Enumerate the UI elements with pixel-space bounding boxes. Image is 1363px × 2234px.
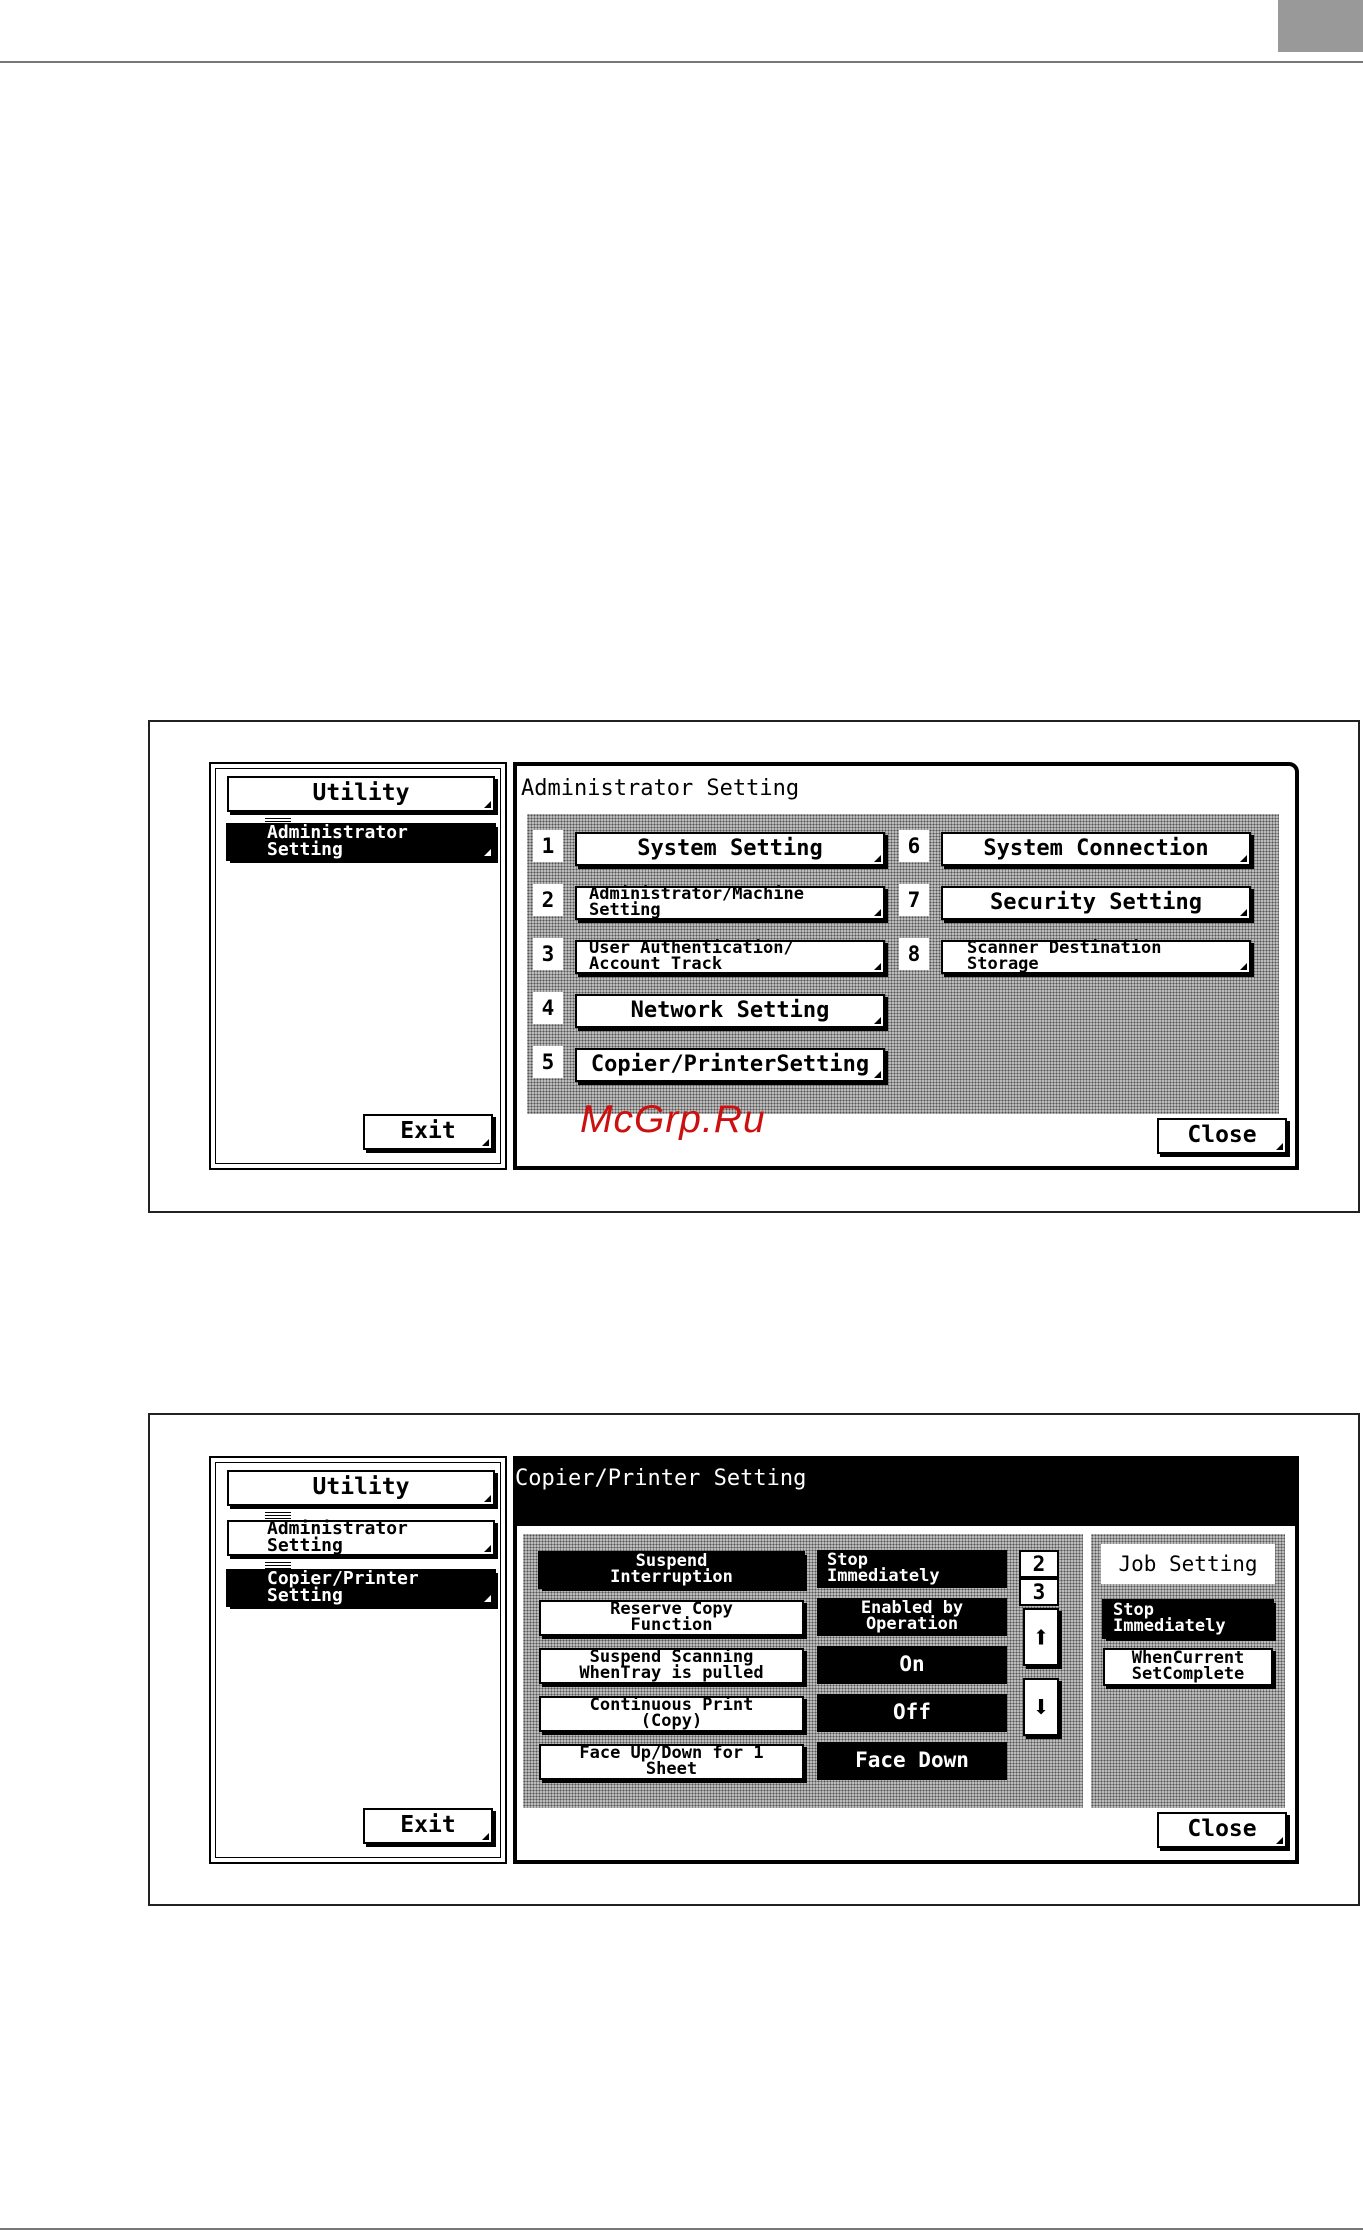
reserve-copy-function-value: Enabled by Operation <box>817 1598 1007 1636</box>
when-current-set-complete-button[interactable]: WhenCurrent SetComplete <box>1103 1648 1273 1686</box>
utility-button[interactable]: Utility <box>227 1470 495 1506</box>
security-setting-button[interactable]: Security Setting <box>941 886 1251 920</box>
scroll-down-arrow-icon[interactable]: ⬇ <box>1023 1678 1059 1736</box>
menu-number: 7 <box>899 884 929 916</box>
page-title: Administrator Setting <box>521 776 800 801</box>
copier-printer-setting-breadcrumb[interactable]: Copier/Printer Setting <box>226 1569 496 1607</box>
left-panel: Utility Administrator Setting Copier/Pri… <box>209 1456 507 1864</box>
menu-number: 8 <box>899 938 929 970</box>
stop-immediately-button[interactable]: Stop Immediately <box>1102 1599 1274 1639</box>
continuous-print-value: Off <box>817 1694 1007 1732</box>
copier-printer-setting-screen: Utility Administrator Setting Copier/Pri… <box>209 1456 1299 1864</box>
menu-number: 2 <box>533 884 563 916</box>
face-up-down-button[interactable]: Face Up/Down for 1 Sheet <box>539 1744 804 1780</box>
face-up-down-value: Face Down <box>817 1742 1007 1780</box>
job-setting-label: Job Setting <box>1101 1544 1275 1584</box>
network-setting-button[interactable]: Network Setting <box>575 994 885 1028</box>
menu-number: 6 <box>899 830 929 862</box>
suspend-scanning-value: On <box>817 1646 1007 1684</box>
watermark: McGrp.Ru <box>580 1098 766 1141</box>
page-current: 2 <box>1019 1550 1059 1578</box>
administrator-setting-breadcrumb[interactable]: Administrator Setting <box>226 823 496 861</box>
administrator-setting-breadcrumb[interactable]: Administrator Setting <box>227 1520 495 1556</box>
right-panel: Copier/Printer Setting Suspend Interrupt… <box>513 1456 1299 1864</box>
scanner-destination-storage-button[interactable]: Scanner Destination Storage <box>941 940 1251 974</box>
menu-number: 5 <box>533 1046 563 1078</box>
footer-rule <box>0 2228 1363 2230</box>
suspend-interruption-value: Stop Immediately <box>817 1550 1007 1588</box>
administrator-machine-setting-button[interactable]: Administrator/Machine Setting <box>575 886 885 920</box>
close-button[interactable]: Close <box>1157 1118 1287 1154</box>
system-connection-button[interactable]: System Connection <box>941 832 1251 866</box>
close-button[interactable]: Close <box>1157 1812 1287 1848</box>
copier-printer-setting-button[interactable]: Copier/PrinterSetting <box>575 1048 885 1082</box>
page-title: Copier/Printer Setting <box>515 1466 807 1491</box>
system-setting-button[interactable]: System Setting <box>575 832 885 866</box>
menu-number: 1 <box>533 830 563 862</box>
reserve-copy-function-button[interactable]: Reserve Copy Function <box>539 1600 804 1636</box>
menu-number: 4 <box>533 992 563 1024</box>
utility-button[interactable]: Utility <box>227 776 495 812</box>
menu-number: 3 <box>533 938 563 970</box>
suspend-interruption-button[interactable]: Suspend Interruption <box>538 1551 805 1589</box>
page-corner-tab <box>1278 0 1363 52</box>
exit-button[interactable]: Exit <box>363 1114 493 1150</box>
header-rule <box>0 61 1363 63</box>
scroll-up-arrow-icon[interactable]: ⬆ <box>1023 1608 1059 1666</box>
left-panel: Utility Administrator Setting Exit <box>209 762 507 1170</box>
continuous-print-button[interactable]: Continuous Print (Copy) <box>539 1696 804 1732</box>
page-total: 3 <box>1019 1578 1059 1606</box>
suspend-scanning-button[interactable]: Suspend Scanning WhenTray is pulled <box>539 1648 804 1684</box>
user-authentication-account-track-button[interactable]: User Authentication/ Account Track <box>575 940 885 974</box>
exit-button[interactable]: Exit <box>363 1808 493 1844</box>
